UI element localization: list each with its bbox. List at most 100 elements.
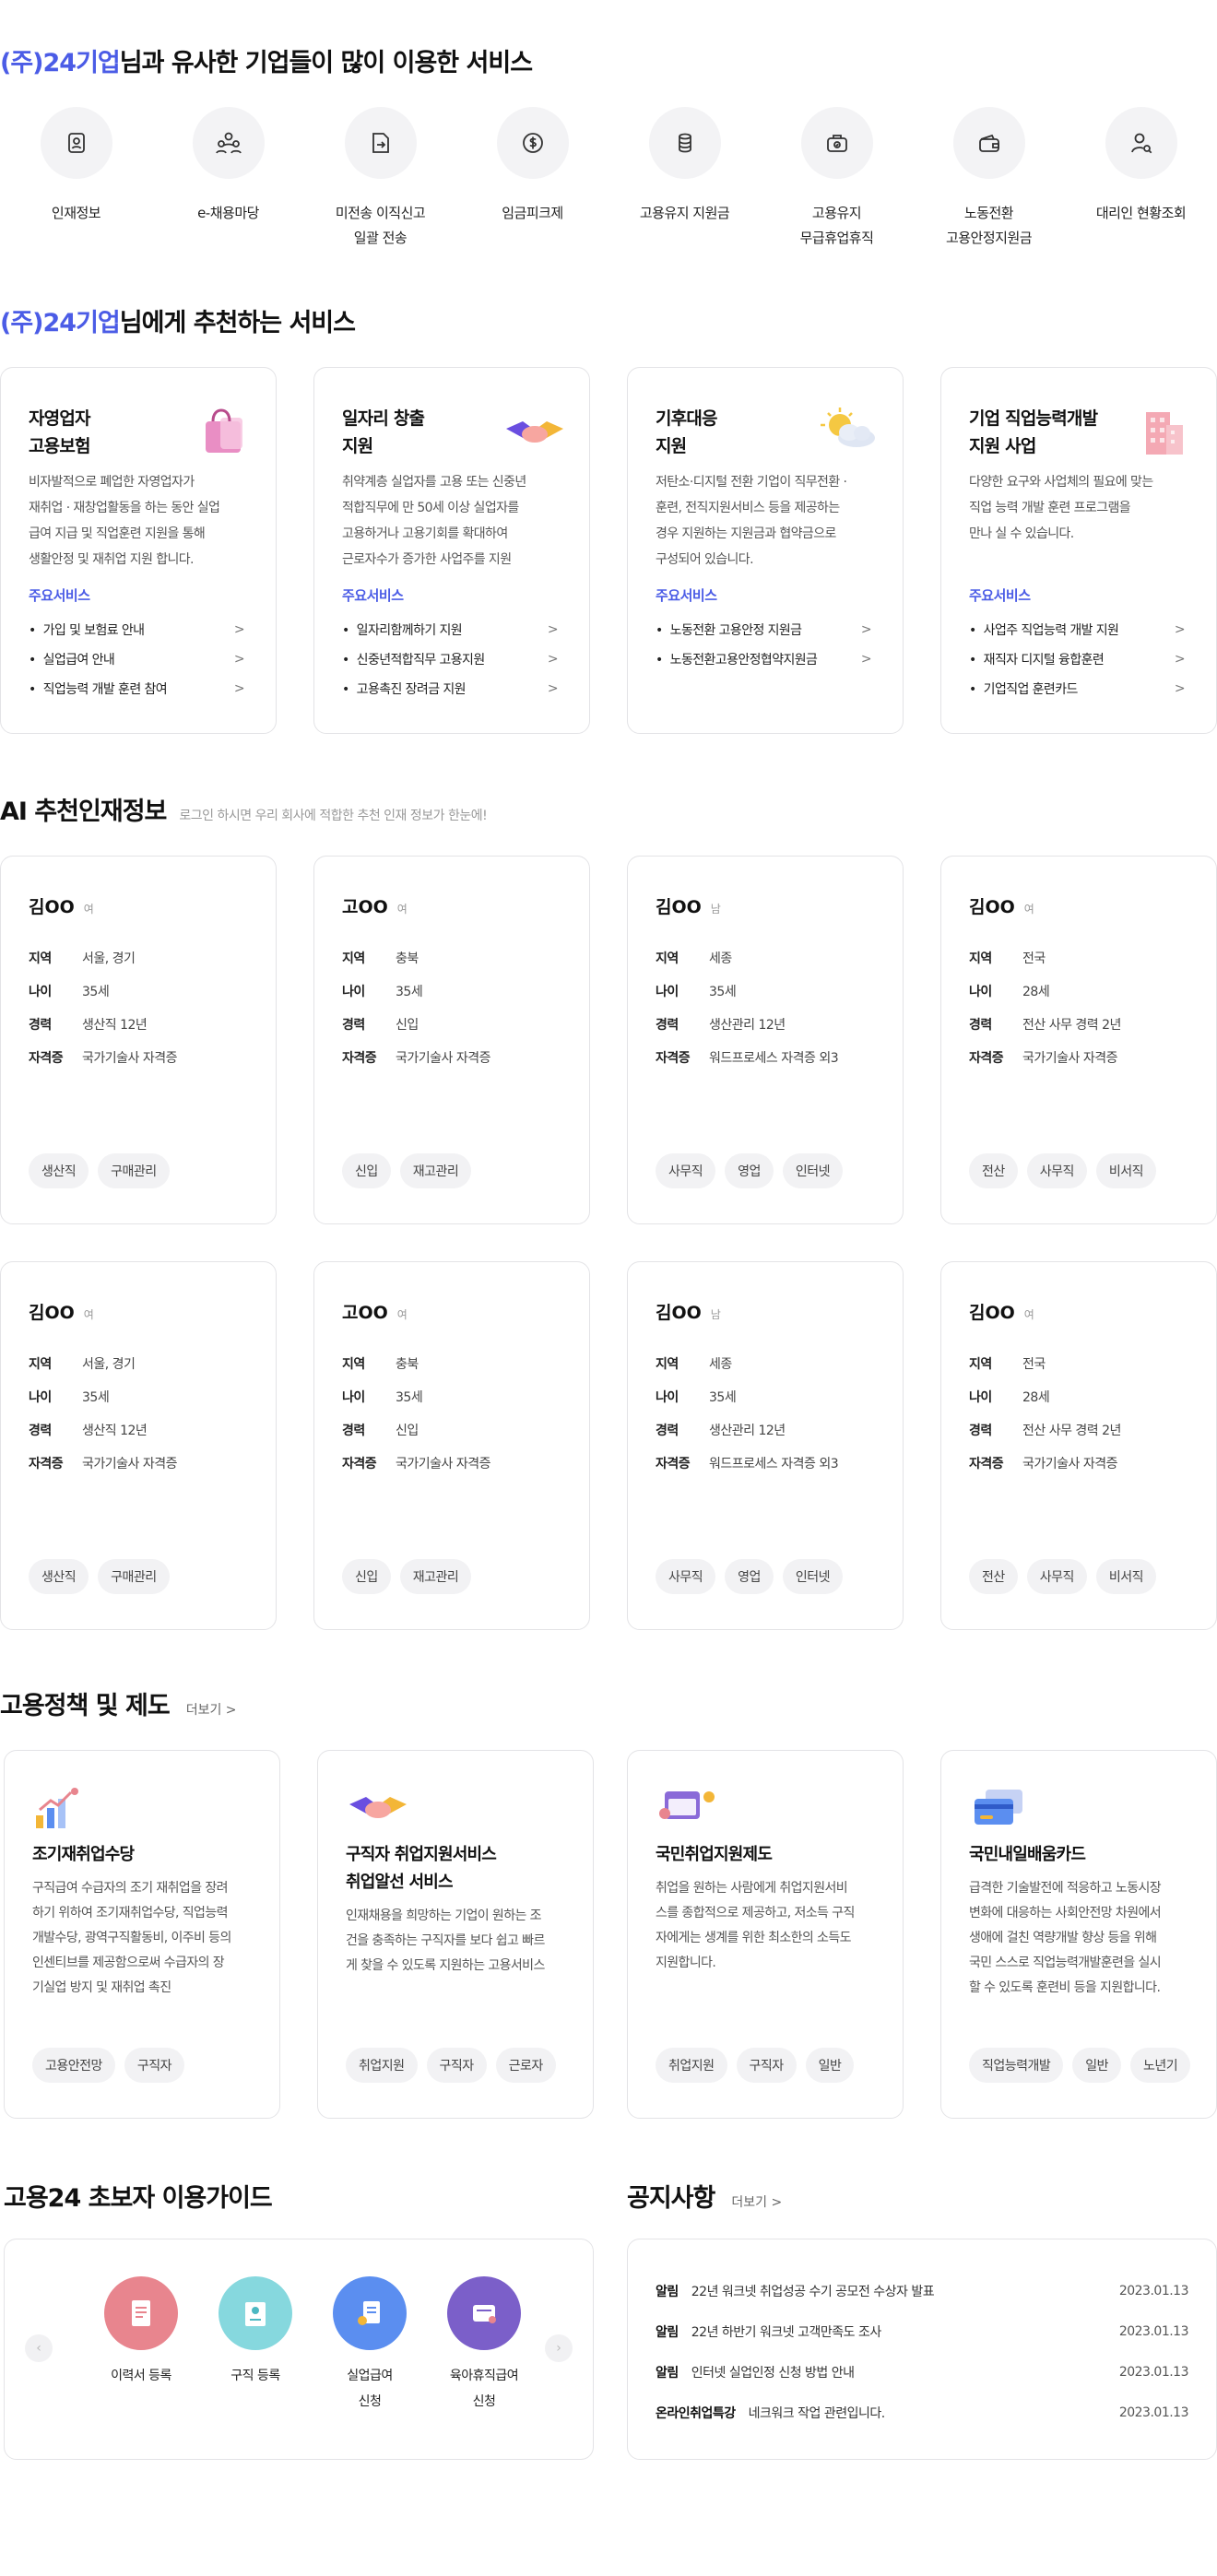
talent-card[interactable]: 김OO 여 지역 서울, 경기 나이 35세 경력 생산직 12년 자격증 국가기술사 자…	[0, 1261, 277, 1630]
policy-tag[interactable]: 직업능력개발	[969, 2048, 1064, 2083]
service-link[interactable]: 직업능력 개발 훈련 참여 >	[29, 674, 245, 703]
recommend-card-climate[interactable]: 기후대응 지원 저탄소·디지털 전환 기업이 직무전환 · 훈련, 전직지원서비스 …	[627, 367, 904, 734]
policy-more-link[interactable]: 더보기 >	[186, 1703, 237, 1718]
guide-item-job-register[interactable]: 구직 등록	[198, 2276, 313, 2415]
notice-date: 2023.01.13	[1118, 2405, 1189, 2420]
policy-card-national-employment[interactable]: 국민취업지원제도 취업을 원하는 사람에게 취업지원서비 스를 종합적으로 제공하…	[627, 1750, 904, 2119]
talent-card[interactable]: 김OO 남 지역 세종 나이 35세 경력 생산관리 12년 자격증 워드프로세스 자격증…	[627, 1261, 904, 1630]
card-desc-line: 급여 지급 및 직업훈련 지원을 통해	[29, 526, 206, 541]
section-title-text: 님과 유사한 기업들이 많이 이용한 서비스	[119, 49, 533, 77]
talent-card[interactable]: 김OO 여 지역 서울, 경기 나이 35세 경력 생산직 12년 자격증 국가기술사 자…	[0, 856, 277, 1224]
policy-tag[interactable]: 일반	[1072, 2048, 1122, 2083]
skill-tag[interactable]: 재고관리	[399, 1559, 472, 1594]
field-label: 경력	[29, 1424, 52, 1438]
service-item-agent-status[interactable]: 대리인 현황조회	[1065, 107, 1217, 251]
notice-row[interactable]: 알림 22년 워크넷 취업성공 수기 공모전 수상자 발표 2023.01.13	[656, 2271, 1189, 2311]
ai-talent-subtitle: 로그인 하시면 우리 회사에 적합한 추천 인재 정보가 한눈에!	[179, 809, 488, 823]
service-link-label: 실업급여 안내	[29, 650, 115, 668]
skill-tag[interactable]: 사무직	[1026, 1153, 1087, 1188]
guide-item-unemployment-benefit[interactable]: 실업급여 신청	[313, 2276, 427, 2415]
card-title: 국민취업지원제도	[656, 1845, 773, 1864]
service-link[interactable]: 신중년적합직무 고용지원 >	[342, 644, 559, 674]
service-item-talent[interactable]: 인재정보	[0, 107, 152, 251]
policy-card-early-reemployment[interactable]: 조기재취업수당 구직급여 수급자의 조기 재취업을 장려 하기 위하여 조기재취업…	[4, 1750, 280, 2119]
chevron-right-icon: >	[860, 622, 872, 637]
service-link[interactable]: 사업주 직업능력 개발 지원 >	[969, 615, 1186, 644]
service-link[interactable]: 일자리함께하기 지원 >	[342, 615, 559, 644]
service-link[interactable]: 재직자 디지털 융합훈련 >	[969, 644, 1186, 674]
service-link[interactable]: 노동전환고용안정협약지원금 >	[656, 644, 872, 674]
policy-tag[interactable]: 노년기	[1130, 2048, 1191, 2083]
talent-card[interactable]: 김OO 여 지역 전국 나이 28세 경력 전산 사무 경력 2년 자격증 국가기술사 자…	[940, 1261, 1217, 1630]
talent-card[interactable]: 김OO 남 지역 세종 나이 35세 경력 생산관리 12년 자격증 워드프로세스 자격증…	[627, 856, 904, 1224]
skill-tag[interactable]: 비서직	[1095, 1559, 1157, 1594]
service-label-2: 일괄 전송	[353, 230, 408, 246]
service-item-transition-subsidy[interactable]: 노동전환 고용안정지원금	[913, 107, 1065, 251]
skill-tag[interactable]: 비서직	[1095, 1153, 1157, 1188]
guide-next-button[interactable]: ›	[545, 2334, 573, 2362]
chevron-right-icon: ›	[556, 2341, 561, 2356]
skill-tag[interactable]: 영업	[725, 1153, 774, 1188]
skill-tag[interactable]: 전산	[969, 1559, 1018, 1594]
policy-tag[interactable]: 구직자	[736, 2048, 797, 2083]
notice-row[interactable]: 온라인취업특강 네크워크 작업 관련입니다. 2023.01.13	[656, 2393, 1189, 2433]
policy-tag[interactable]: 구직자	[124, 2048, 185, 2083]
skill-tag[interactable]: 구매관리	[98, 1559, 170, 1594]
talent-card[interactable]: 김OO 여 지역 전국 나이 28세 경력 전산 사무 경력 2년 자격증 국가기술사 자…	[940, 856, 1217, 1224]
policy-card-learning-card[interactable]: 국민내일배움카드 급격한 기술발전에 적응하고 노동시장 변화에 대응하는 사회안…	[940, 1750, 1217, 2119]
service-link[interactable]: 기업직업 훈련카드 >	[969, 674, 1186, 703]
talent-career: 생산관리 12년	[709, 1424, 786, 1438]
policy-tag[interactable]: 취업지원	[656, 2048, 727, 2083]
skill-tag[interactable]: 재고관리	[399, 1153, 472, 1188]
talent-card[interactable]: 고OO 여 지역 충북 나이 35세 경력 신입 자격증 국가기술사 자격증 신입 재고관리	[313, 1261, 590, 1630]
talent-card[interactable]: 고OO 여 지역 충북 나이 35세 경력 신입 자격증 국가기술사 자격증 신입 재고관리	[313, 856, 590, 1224]
talent-age: 28세	[1022, 1390, 1050, 1405]
main-services-label: 주요서비스	[969, 587, 1031, 604]
service-item-recruit[interactable]: e-채용마당	[152, 107, 304, 251]
skill-tag[interactable]: 사무직	[1026, 1559, 1087, 1594]
field-label: 경력	[656, 1018, 679, 1033]
policy-tag[interactable]: 근로자	[495, 2048, 556, 2083]
service-link[interactable]: 고용촉진 장려금 지원 >	[342, 674, 559, 703]
talent-age: 35세	[709, 1390, 737, 1405]
service-item-wage-peak[interactable]: 임금피크제	[456, 107, 608, 251]
skill-tag[interactable]: 신입	[342, 1153, 391, 1188]
notice-more-link[interactable]: 더보기 >	[731, 2195, 782, 2210]
skill-tag[interactable]: 영업	[725, 1559, 774, 1594]
field-label: 지역	[969, 1357, 992, 1372]
policy-tag[interactable]: 취업지원	[346, 2048, 418, 2083]
service-item-unpaid-leave[interactable]: 고용유지 무급휴업휴직	[761, 107, 913, 251]
policy-tag[interactable]: 일반	[805, 2048, 855, 2083]
card-desc-line: 게 찾을 수 있도록 지원하는 고용서비스	[346, 1958, 545, 1973]
guide-item-childcare-leave[interactable]: 육아휴직급여 신청	[427, 2276, 541, 2415]
policy-tag[interactable]: 고용안전망	[32, 2048, 115, 2083]
talent-gender: 여	[396, 1308, 408, 1321]
policy-card-job-placement[interactable]: 구직자 취업지원서비스 취업알선 서비스 인재채용을 희망하는 기업이 원하는 조…	[317, 1750, 594, 2119]
skill-tag[interactable]: 생산직	[29, 1153, 89, 1188]
skill-tag[interactable]: 인터넷	[782, 1559, 844, 1594]
service-label: 인재정보	[51, 205, 101, 221]
notice-row[interactable]: 알림 인터넷 실업인정 신청 방법 안내 2023.01.13	[656, 2352, 1189, 2393]
service-link[interactable]: 가입 및 보험료 안내 >	[29, 615, 245, 644]
skill-tag[interactable]: 생산직	[29, 1559, 89, 1594]
service-link[interactable]: 실업급여 안내 >	[29, 644, 245, 674]
service-item-retention-subsidy[interactable]: 고용유지 지원금	[608, 107, 761, 251]
guide-prev-button[interactable]: ‹	[25, 2334, 53, 2362]
recommend-card-job-creation[interactable]: 일자리 창출 지원 취약계층 실업자를 고용 또는 신중년 적합직무에 만 50세 …	[313, 367, 590, 734]
skill-tag[interactable]: 전산	[969, 1153, 1018, 1188]
talent-region: 세종	[709, 951, 732, 966]
recommend-card-self-employed[interactable]: 자영업자 고용보험 비자발적으로 폐업한 자영업자가 재취업 · 재창업활동을 하는…	[0, 367, 277, 734]
skill-tag[interactable]: 구매관리	[98, 1153, 170, 1188]
notice-row[interactable]: 알림 22년 하반기 워크넷 고객만족도 조사 2023.01.13	[656, 2311, 1189, 2352]
skill-tag[interactable]: 신입	[342, 1559, 391, 1594]
guide-item-resume[interactable]: 이력서 등록	[84, 2276, 198, 2415]
service-item-unsent-report[interactable]: 미전송 이직신고 일괄 전송	[304, 107, 456, 251]
service-link[interactable]: 노동전환 고용안정 지원금 >	[656, 615, 872, 644]
skill-tag[interactable]: 사무직	[656, 1559, 716, 1594]
talent-career: 신입	[396, 1424, 419, 1438]
recommend-card-skills-development[interactable]: 기업 직업능력개발 지원 사업 다양한 요구와 사업체의 필요에 맞는 직업 능력 …	[940, 367, 1217, 734]
skill-tag[interactable]: 사무직	[656, 1153, 716, 1188]
policy-tag[interactable]: 구직자	[426, 2048, 487, 2083]
service-link-label: 일자리함께하기 지원	[342, 620, 463, 639]
skill-tag[interactable]: 인터넷	[782, 1153, 844, 1188]
